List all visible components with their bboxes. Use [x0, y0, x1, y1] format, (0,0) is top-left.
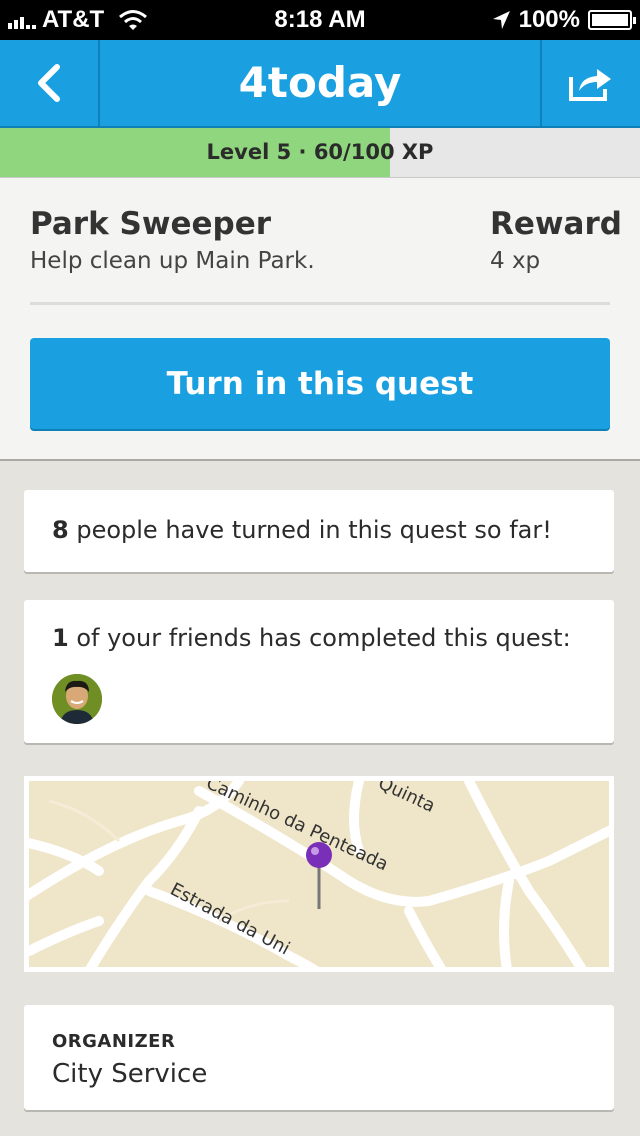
friend-avatar[interactable] — [52, 674, 102, 724]
battery-percent: 100% — [518, 6, 580, 33]
map-pin-icon[interactable] — [305, 841, 345, 913]
friends-text: 1 of your friends has completed this que… — [52, 624, 571, 652]
friends-count: 1 — [52, 624, 69, 652]
reward-label: Reward — [490, 206, 622, 242]
friends-card: 1 of your friends has completed this que… — [24, 600, 614, 743]
map-street-label-1: Caminho da Penteada — [203, 781, 391, 875]
back-button[interactable] — [0, 40, 100, 126]
app-title: 4today — [238, 58, 402, 107]
organizer-card: ORGANIZER City Service — [24, 1005, 614, 1110]
map-view[interactable]: Caminho da Penteada Estrada da Uni Quint… — [24, 776, 614, 972]
turned-in-card: 8 people have turned in this quest so fa… — [24, 490, 614, 572]
divider — [30, 302, 610, 305]
organizer-value: City Service — [52, 1059, 208, 1089]
status-bar: AT&T 8:18 AM 100% — [0, 0, 640, 40]
xp-label: Level 5 · 60/100 XP — [206, 140, 434, 164]
xp-progress-bar: Level 5 · 60/100 XP — [0, 128, 640, 178]
turned-in-count: 8 — [52, 516, 69, 544]
organizer-label: ORGANIZER — [52, 1031, 176, 1052]
quest-title: Park Sweeper — [30, 206, 272, 242]
quest-description: Help clean up Main Park. — [30, 248, 315, 274]
location-arrow-icon — [492, 11, 510, 29]
turned-in-text: 8 people have turned in this quest so fa… — [52, 516, 552, 544]
friends-message: of your friends has completed this quest… — [68, 624, 571, 652]
status-right: 100% — [491, 6, 636, 34]
nav-bar: 4today — [0, 40, 640, 128]
quest-panel: Park Sweeper Help clean up Main Park. Re… — [0, 178, 640, 461]
turned-in-message: people have turned in this quest so far! — [68, 516, 552, 544]
chevron-left-icon — [38, 64, 60, 102]
avatar-image — [52, 674, 102, 724]
turn-in-quest-button[interactable]: Turn in this quest — [30, 338, 610, 429]
reward-value: 4 xp — [490, 248, 541, 274]
map-street-label-3: Quinta — [375, 781, 438, 817]
map-street-label-2: Estrada da Uni — [167, 879, 294, 960]
share-button[interactable] — [540, 40, 640, 126]
share-icon — [569, 69, 611, 101]
battery-icon — [588, 10, 636, 30]
